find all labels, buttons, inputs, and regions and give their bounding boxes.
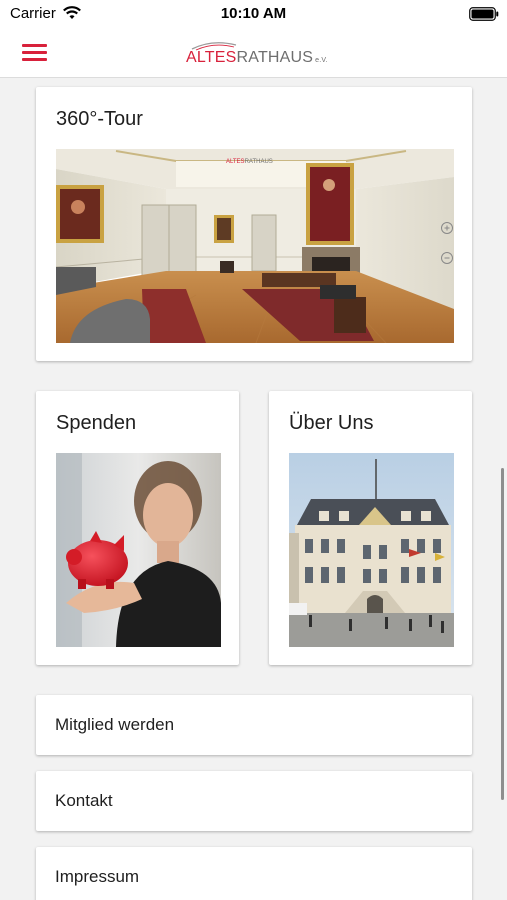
menu-item-label: Impressum (55, 867, 140, 886)
clock-time: 10:10 AM (220, 5, 287, 22)
menu-item-label: Mitglied werden (55, 715, 175, 734)
ueber-uns-card[interactable]: Über Uns (269, 391, 472, 665)
scrollbar[interactable] (501, 468, 504, 800)
tour-card[interactable]: 360°-Tour ALTESRATHAUS (36, 87, 472, 361)
battery-icon (469, 7, 499, 21)
spenden-card[interactable]: Spenden (36, 391, 239, 665)
menu-item-mitglied-werden[interactable]: Mitglied werden (36, 695, 472, 755)
svg-text:ALTESRATHAUS: ALTESRATHAUS (226, 159, 273, 165)
ueber-uns-card-title: Über Uns (289, 412, 374, 434)
tour-card-title: 360°-Tour (56, 108, 143, 130)
app-logo: ALTESRATHAUS e.V. (186, 36, 328, 70)
menu-item-impressum[interactable]: Impressum (36, 847, 472, 900)
spenden-card-title: Spenden (56, 412, 137, 434)
zoom-in-icon[interactable] (440, 221, 454, 235)
tour-panorama-image[interactable]: ALTESRATHAUS (56, 149, 454, 343)
spenden-image[interactable] (56, 453, 221, 647)
zoom-out-icon[interactable] (440, 251, 454, 265)
ueber-uns-image[interactable] (289, 453, 454, 647)
hamburger-menu-icon[interactable] (20, 40, 50, 64)
status-bar: Carrier 10:10 AM (0, 0, 507, 28)
menu-item-kontakt[interactable]: Kontakt (36, 771, 472, 831)
nav-bar: ALTESRATHAUS e.V. (0, 28, 507, 78)
main-content[interactable]: 360°-Tour ALTESRATHAUS Spenden Über Uns … (0, 79, 507, 900)
menu-item-label: Kontakt (55, 791, 113, 810)
